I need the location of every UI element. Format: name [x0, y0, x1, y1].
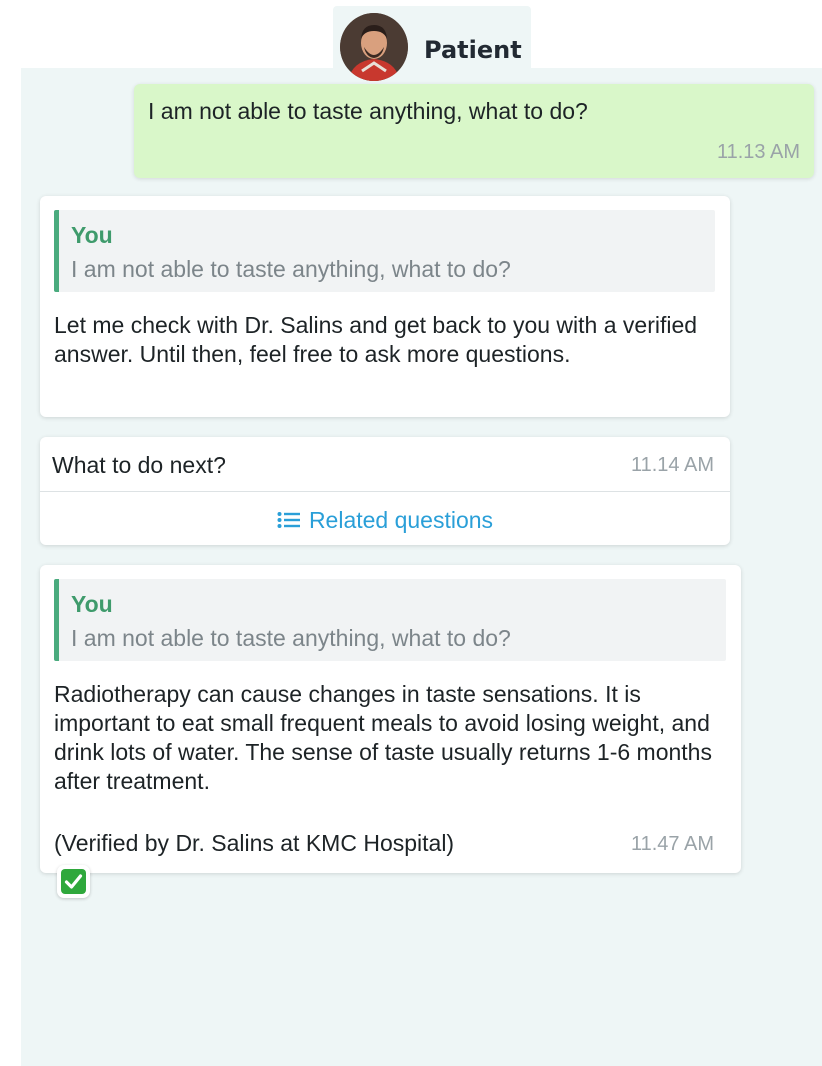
- avatar[interactable]: [340, 13, 408, 81]
- list-icon: [277, 508, 301, 535]
- check-mark-icon: [57, 865, 90, 898]
- card-text: What to do next?: [52, 452, 226, 478]
- quoted-message[interactable]: You I am not able to taste anything, wha…: [54, 210, 715, 292]
- quote-text: I am not able to taste anything, what to…: [71, 625, 511, 651]
- message-text: Let me check with Dr. Salins and get bac…: [54, 312, 698, 367]
- incoming-message[interactable]: You I am not able to taste anything, wha…: [40, 196, 730, 417]
- message-time: 11.13 AM: [716, 141, 800, 163]
- related-questions-label: Related questions: [308, 507, 494, 533]
- outgoing-message[interactable]: I am not able to taste anything, what to…: [134, 84, 814, 178]
- incoming-message[interactable]: You I am not able to taste anything, wha…: [40, 565, 741, 873]
- message-time: 11.47 AM: [630, 833, 714, 855]
- quoted-message[interactable]: You I am not able to taste anything, wha…: [54, 579, 726, 661]
- message-time: 11.14 AM: [630, 454, 714, 476]
- related-questions-button[interactable]: Related questions: [40, 507, 730, 535]
- quote-author: You: [71, 222, 113, 248]
- next-steps-card: What to do next? 11.14 AM Related questi…: [40, 437, 730, 545]
- quote-text: I am not able to taste anything, what to…: [71, 256, 511, 282]
- message-text: Radiotherapy can cause changes in taste …: [54, 681, 712, 794]
- divider: [40, 491, 730, 492]
- verified-note: (Verified by Dr. Salins at KMC Hospital): [54, 830, 455, 856]
- message-text: I am not able to taste anything, what to…: [148, 98, 588, 124]
- quote-author: You: [71, 591, 113, 617]
- chat-title: Patient: [424, 36, 522, 64]
